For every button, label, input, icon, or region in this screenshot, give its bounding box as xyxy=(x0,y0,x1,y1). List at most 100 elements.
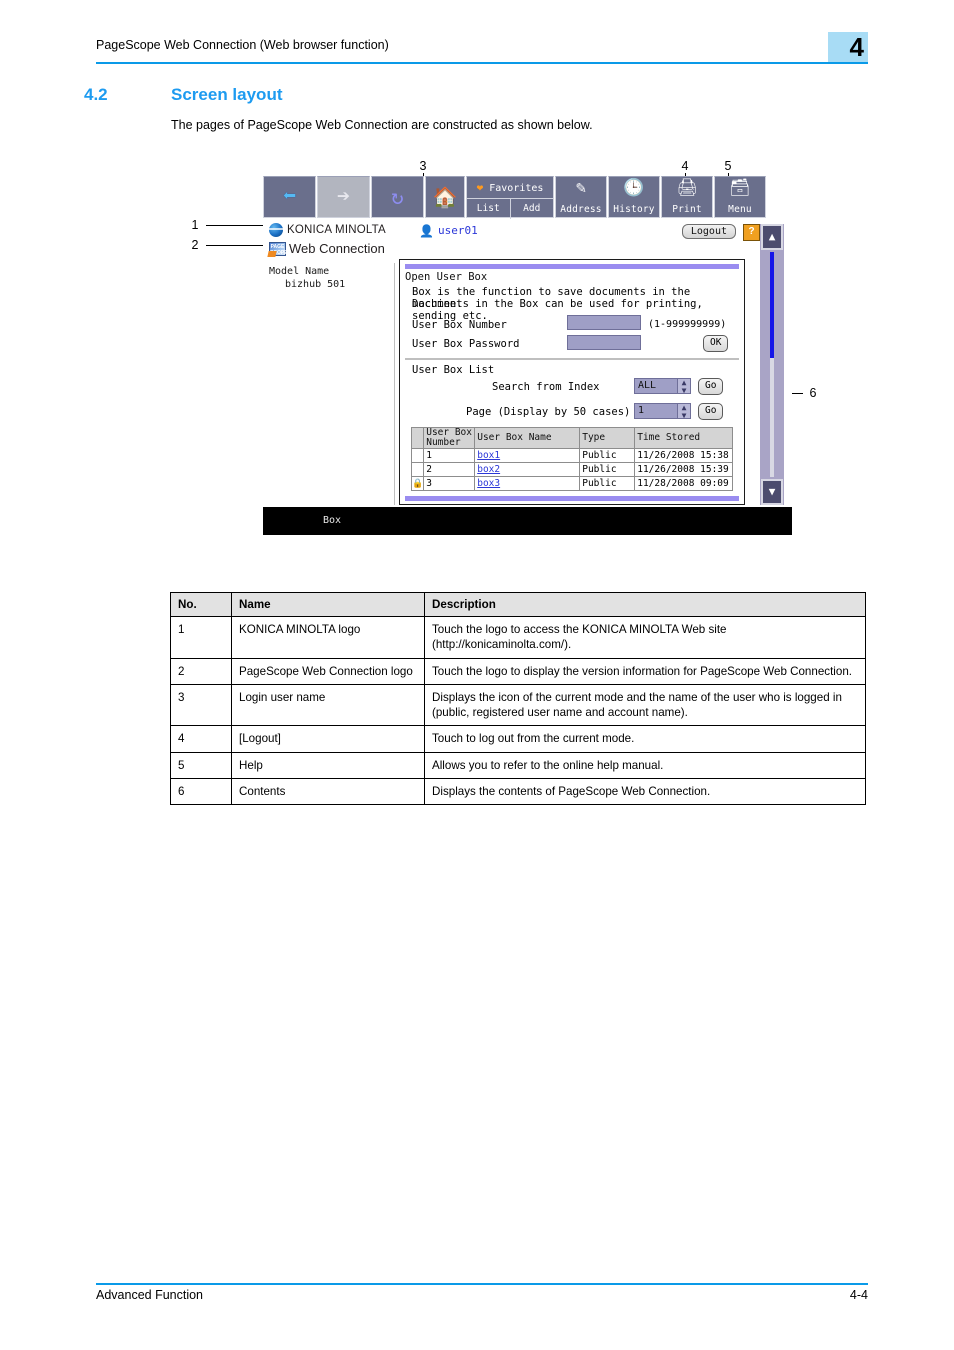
menu-label: Menu xyxy=(728,204,752,215)
table-row[interactable]: 🔒 3 box3 Public 11/28/2008 09:09 xyxy=(410,476,733,491)
user-box-number-input[interactable] xyxy=(567,315,641,330)
favorites-header: ❤ Favorites xyxy=(467,177,553,198)
page-go-button[interactable]: Go xyxy=(698,403,724,420)
callout-5: 5 xyxy=(724,159,732,173)
pagescope-mark-icon: PAGE SCOPE xyxy=(269,241,288,256)
favorites-list-button[interactable]: List xyxy=(467,198,510,219)
legend-description: Displays the contents of PageScope Web C… xyxy=(424,778,866,806)
search-from-index-label: Search from Index xyxy=(492,381,600,393)
legend-description: Touch the logo to display the version in… xyxy=(424,657,866,685)
legend-no: 1 xyxy=(170,616,232,659)
legend-no: 2 xyxy=(170,657,232,685)
contents-scrollbar[interactable]: ▲ ▼ xyxy=(760,224,784,505)
page-select[interactable]: 1 ▲ ▼ xyxy=(634,403,691,420)
row-number: 2 xyxy=(423,462,476,477)
user-box-number-label: User Box Number xyxy=(412,319,507,331)
user-box-list-table: User Box Number User Box Name Type Time … xyxy=(410,427,733,491)
col-type-header: Type xyxy=(579,427,636,449)
legend-description: Touch the logo to access the KONICA MINO… xyxy=(424,616,866,659)
legend-no: 3 xyxy=(170,683,232,727)
user-name-label: user01 xyxy=(437,224,478,237)
logout-button[interactable]: Logout xyxy=(681,224,736,239)
scrollbar-track[interactable] xyxy=(770,252,774,477)
user-box-password-input[interactable] xyxy=(567,335,641,350)
back-button[interactable]: ⬅ xyxy=(263,176,316,218)
legend-name: Contents xyxy=(231,778,425,806)
status-bar: Box xyxy=(263,507,792,535)
print-label: Print xyxy=(672,204,702,215)
scroll-up-button[interactable]: ▲ xyxy=(761,224,783,250)
address-icon: ✎ xyxy=(575,178,587,198)
row-name-link[interactable]: box1 xyxy=(477,450,500,461)
row-name-link[interactable]: box2 xyxy=(477,464,500,475)
header-rule xyxy=(96,62,868,64)
legend-description: Allows you to refer to the online help m… xyxy=(424,751,866,780)
row-time: 11/26/2008 15:39 xyxy=(634,462,733,477)
callout-1: 1 xyxy=(191,218,199,232)
favorites-group: ❤ Favorites List Add xyxy=(466,176,554,219)
callout-6: 6 xyxy=(809,386,817,400)
printer-icon: 🖨 xyxy=(676,178,698,198)
search-index-select[interactable]: ALL ▲ ▼ xyxy=(634,378,691,395)
row-lock: 🔒 xyxy=(410,476,425,491)
page-value: 1 xyxy=(638,405,645,416)
forward-button[interactable]: ➔ xyxy=(317,176,370,218)
address-button[interactable]: ✎ Address xyxy=(555,176,607,218)
scroll-down-button[interactable]: ▼ xyxy=(761,479,783,505)
callout-4: 4 xyxy=(681,159,689,173)
row-name-link[interactable]: box3 xyxy=(477,478,500,489)
table-header-row: User Box Number User Box Name Type Time … xyxy=(410,427,733,449)
user-box-list-title: User Box List xyxy=(412,364,495,376)
help-button[interactable]: ? xyxy=(743,224,760,241)
section-intro: The pages of PageScope Web Connection ar… xyxy=(171,118,593,132)
col-name-header: User Box Name xyxy=(474,427,581,449)
table-row: 3 Login user name Displays the icon of t… xyxy=(170,683,866,727)
browser-toolbar: ⬅ ➔ ↻ 🏠 ❤ Favorites List Add ✎ Address 🕒 xyxy=(263,176,792,220)
table-row[interactable]: 1 box1 Public 11/26/2008 15:38 xyxy=(410,448,733,463)
legend-no: 5 xyxy=(170,751,232,780)
col-lock-header xyxy=(410,427,425,449)
row-number: 3 xyxy=(423,476,476,491)
konica-minolta-orb-icon xyxy=(269,223,283,237)
reload-button[interactable]: ↻ xyxy=(371,176,424,218)
chapter-tab: 4 xyxy=(828,32,868,62)
page-display-label: Page (Display by 50 cases) xyxy=(466,406,631,418)
model-name-value: bizhub 501 xyxy=(285,279,346,290)
callout-1-leader xyxy=(206,225,263,226)
row-lock xyxy=(410,462,425,477)
legend-name: Help xyxy=(231,751,425,780)
legend-col-name: Name xyxy=(231,592,425,617)
search-index-go-button[interactable]: Go xyxy=(698,378,724,395)
history-icon: 🕒 xyxy=(623,178,645,198)
row-time: 11/28/2008 09:09 xyxy=(634,476,733,491)
pagescope-logo[interactable]: PAGE SCOPE Web Connection xyxy=(269,241,385,256)
table-row: 1 KONICA MINOLTA logo Touch the logo to … xyxy=(170,616,866,659)
favorites-add-button[interactable]: Add xyxy=(509,198,553,219)
user-icon: 👤 xyxy=(419,223,434,238)
ok-button[interactable]: OK xyxy=(703,335,729,352)
konica-minolta-logo[interactable]: KONICA MINOLTA xyxy=(269,223,386,237)
history-button[interactable]: 🕒 History xyxy=(608,176,660,218)
table-row[interactable]: 2 box2 Public 11/26/2008 15:39 xyxy=(410,462,733,477)
col-number-header: User Box Number xyxy=(423,427,476,449)
legend-no: 4 xyxy=(170,725,232,753)
section-divider xyxy=(405,358,739,360)
legend-description: Touch to log out from the current mode. xyxy=(424,725,866,753)
lock-icon: 🔒 xyxy=(412,478,424,489)
web-connection-wordmark: Web Connection xyxy=(289,241,385,256)
table-row: 4 [Logout] Touch to log out from the cur… xyxy=(170,725,866,753)
page-spinner-icon[interactable]: ▲ ▼ xyxy=(677,404,690,420)
search-index-spinner-icon[interactable]: ▲ ▼ xyxy=(677,379,690,395)
device-screenshot: ⬅ ➔ ↻ 🏠 ❤ Favorites List Add ✎ Address 🕒 xyxy=(263,176,792,535)
row-type: Public xyxy=(579,462,636,477)
print-button[interactable]: 🖨 Print xyxy=(661,176,713,218)
history-label: History xyxy=(613,204,655,215)
col-time-header: Time Stored xyxy=(634,427,733,449)
home-button[interactable]: 🏠 xyxy=(425,176,465,218)
content-frame: Open User Box Box is the function to sav… xyxy=(399,259,745,505)
scrollbar-thumb[interactable] xyxy=(770,252,774,358)
back-arrow-icon: ⬅ xyxy=(282,184,297,209)
legend-name: PageScope Web Connection logo xyxy=(231,657,425,685)
user-box-number-range: (1-999999999) xyxy=(648,319,727,330)
menu-button[interactable]: 🗃 Menu xyxy=(714,176,766,218)
